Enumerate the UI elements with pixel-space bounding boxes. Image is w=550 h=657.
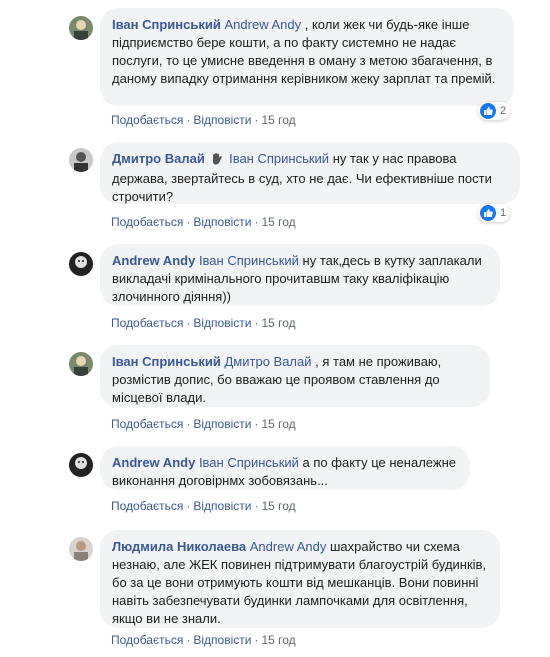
separator: · (254, 417, 259, 431)
like-link[interactable]: Подобається (111, 417, 183, 431)
comment-mention[interactable]: Іван Спринський (199, 455, 299, 470)
separator: · (254, 499, 259, 513)
comment-time[interactable]: 15 год (261, 316, 295, 330)
avatar[interactable] (69, 148, 93, 172)
waving-hand-icon (210, 152, 223, 170)
reply-link[interactable]: Відповісти (193, 417, 251, 431)
comment-actions: Подобається · Відповісти · 15 год (111, 215, 296, 229)
avatar[interactable] (69, 252, 93, 276)
comment-bubble: Іван Спринський Andrew Andy , коли жек ч… (100, 8, 514, 106)
comment-bubble: Іван Спринський Дмитро Валай , я там не … (100, 345, 490, 407)
separator: · (254, 113, 259, 127)
reply-link[interactable]: Відповісти (193, 316, 251, 330)
comment-mention[interactable]: Іван Спринський (199, 253, 299, 268)
like-icon (480, 205, 496, 221)
comment-actions: Подобається · Відповісти · 15 год (111, 316, 296, 330)
reaction-number: 1 (500, 207, 507, 219)
reply-link[interactable]: Відповісти (193, 113, 251, 127)
like-icon (480, 103, 496, 119)
comment-bubble: Дмитро Валай Іван Спринський ну так у на… (100, 142, 520, 204)
comment-author[interactable]: Дмитро Валай (112, 151, 205, 166)
like-link[interactable]: Подобається (111, 113, 183, 127)
comment-author[interactable]: Іван Спринський (112, 17, 221, 32)
comment-bubble: Людмила Николаева Andrew Andy шахрайство… (100, 530, 500, 628)
like-link[interactable]: Подобається (111, 316, 183, 330)
separator: · (254, 316, 259, 330)
comment-actions: Подобається · Відповісти · 15 год (111, 499, 296, 513)
comment-mention[interactable]: Дмитро Валай (225, 354, 312, 369)
comment-mention[interactable]: Andrew Andy (225, 17, 302, 32)
comment-time[interactable]: 15 год (261, 499, 295, 513)
reply-link[interactable]: Відповісти (193, 499, 251, 513)
like-link[interactable]: Подобається (111, 499, 183, 513)
comment-actions: Подобається · Відповісти · 15 год (111, 417, 296, 431)
avatar[interactable] (69, 352, 93, 376)
avatar[interactable] (69, 537, 93, 561)
comment-bubble: Andrew Andy Іван Спринський а по факту ц… (100, 446, 470, 490)
comment-author[interactable]: Andrew Andy (112, 455, 195, 470)
separator: · (186, 113, 191, 127)
comment-time[interactable]: 15 год (261, 113, 295, 127)
comment-time[interactable]: 15 год (261, 633, 295, 647)
reaction-number: 2 (500, 105, 507, 117)
separator: · (186, 499, 191, 513)
separator: · (254, 215, 259, 229)
comment-author[interactable]: Людмила Николаева (112, 539, 246, 554)
separator: · (186, 215, 191, 229)
comment-bubble: Andrew Andy Іван Спринський ну так,десь … (100, 244, 500, 306)
comment-actions: Подобається · Відповісти · 15 год (111, 113, 296, 127)
reply-link[interactable]: Відповісти (193, 633, 251, 647)
comment-author[interactable]: Andrew Andy (112, 253, 195, 268)
comment-time[interactable]: 15 год (261, 417, 295, 431)
separator: · (254, 633, 259, 647)
separator: · (186, 316, 191, 330)
like-link[interactable]: Подобається (111, 633, 183, 647)
comment-mention[interactable]: Andrew Andy (250, 539, 327, 554)
comment-actions: Подобається · Відповісти · 15 год (111, 633, 296, 647)
like-link[interactable]: Подобається (111, 215, 183, 229)
reply-link[interactable]: Відповісти (193, 215, 251, 229)
separator: · (186, 417, 191, 431)
reaction-count[interactable]: 2 (478, 102, 511, 120)
comment-mention[interactable]: Іван Спринський (229, 151, 329, 166)
reaction-count[interactable]: 1 (478, 204, 511, 222)
comment-time[interactable]: 15 год (261, 215, 295, 229)
separator: · (186, 633, 191, 647)
avatar[interactable] (69, 16, 93, 40)
avatar[interactable] (69, 453, 93, 477)
comment-author[interactable]: Іван Спринський (112, 354, 221, 369)
